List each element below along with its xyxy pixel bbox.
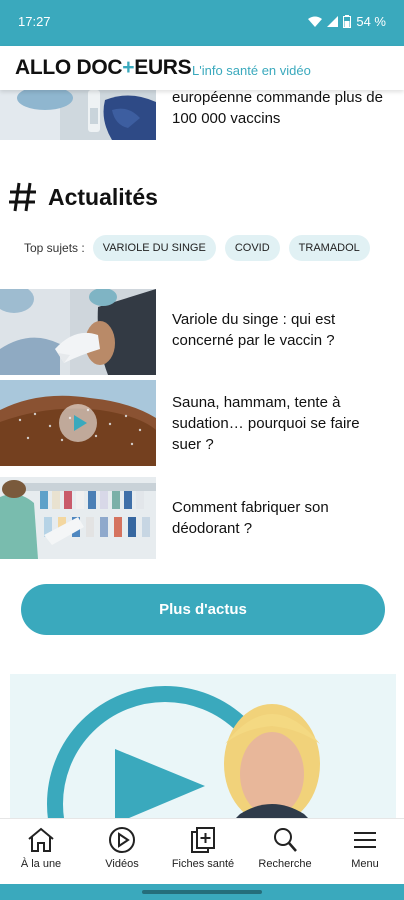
promo-video-visual	[10, 674, 396, 820]
more-news-button[interactable]: Plus d'actus	[21, 584, 385, 635]
nav-label: À la une	[20, 858, 62, 870]
nav-item-home[interactable]: À la une	[8, 819, 74, 885]
top-article-title: européenne commande plus de 100 000 vacc…	[172, 89, 383, 127]
system-gesture-bar	[0, 884, 404, 900]
top-topics: Top sujets : VARIOLE DU SINGE COVID TRAM…	[24, 234, 379, 262]
topics-label: Top sujets :	[24, 241, 85, 255]
video-promo-card[interactable]	[10, 674, 396, 820]
topic-chip-tramadol[interactable]: TRAMADOL	[288, 235, 370, 261]
logo-text-right: EURS	[134, 56, 192, 79]
search-icon	[274, 828, 297, 852]
nav-label: Recherche	[258, 858, 312, 870]
allodocteurs-logo[interactable]: ALLO DOC+EURS	[15, 56, 192, 80]
article-title: Comment fabriquer son déodorant ?	[172, 499, 329, 537]
status-bar: 17:27 54 %	[0, 0, 404, 46]
nav-label: Vidéos	[105, 858, 139, 870]
nav-label: Menu	[351, 858, 379, 870]
hash-icon	[9, 182, 36, 212]
wifi-icon	[308, 16, 323, 27]
battery-icon	[343, 15, 352, 28]
nav-item-videos[interactable]: Vidéos	[89, 819, 155, 885]
video-play-icon[interactable]	[59, 404, 97, 442]
top-article[interactable]: européenne commande plus de 100 000 vacc…	[0, 89, 404, 142]
logo-plus: +	[122, 56, 135, 79]
home-gesture-handle[interactable]	[142, 890, 262, 894]
battery-level: 54 %	[356, 14, 386, 29]
tagline: L'info santé en vidéo	[192, 63, 311, 78]
article-item[interactable]: Variole du singe : qui est concerné par …	[0, 289, 404, 375]
vaccine-thumbnail	[0, 90, 156, 140]
bottom-navigation: À la une Vidéos Fiches santé Recherche M…	[0, 818, 404, 885]
article-item[interactable]: Sauna, hammam, tente à sudation… pourquo…	[0, 380, 404, 466]
nav-label: Fiches santé	[171, 858, 235, 870]
status-time: 17:27	[18, 14, 51, 29]
article-thumbnail	[0, 289, 156, 375]
nav-item-menu[interactable]: Menu	[333, 819, 397, 885]
article-item[interactable]: Comment fabriquer son déodorant ?	[0, 477, 404, 563]
topic-chip-variole[interactable]: VARIOLE DU SINGE	[92, 235, 216, 261]
status-icons: 54 %	[308, 14, 386, 29]
section-title: Actualités	[48, 183, 158, 210]
article-thumbnail	[0, 380, 156, 466]
home-icon	[28, 827, 54, 852]
logo-text-left: ALLO DOC	[15, 56, 123, 79]
signal-icon	[327, 16, 339, 27]
article-title: Sauna, hammam, tente à sudation… pourquo…	[172, 394, 360, 453]
article-title: Variole du singe : qui est concerné par …	[172, 311, 336, 349]
app-header: ALLO DOC+EURS L'info santé en vidéo	[0, 46, 404, 90]
topic-chip-covid[interactable]: COVID	[224, 235, 280, 261]
health-sheets-icon	[191, 827, 215, 853]
hamburger-menu-icon	[354, 832, 376, 848]
play-circle-icon	[109, 827, 135, 853]
nav-item-search[interactable]: Recherche	[250, 819, 320, 885]
article-thumbnail	[0, 477, 156, 559]
section-header: Actualités	[8, 180, 158, 214]
nav-item-health-sheets[interactable]: Fiches santé	[163, 819, 243, 885]
